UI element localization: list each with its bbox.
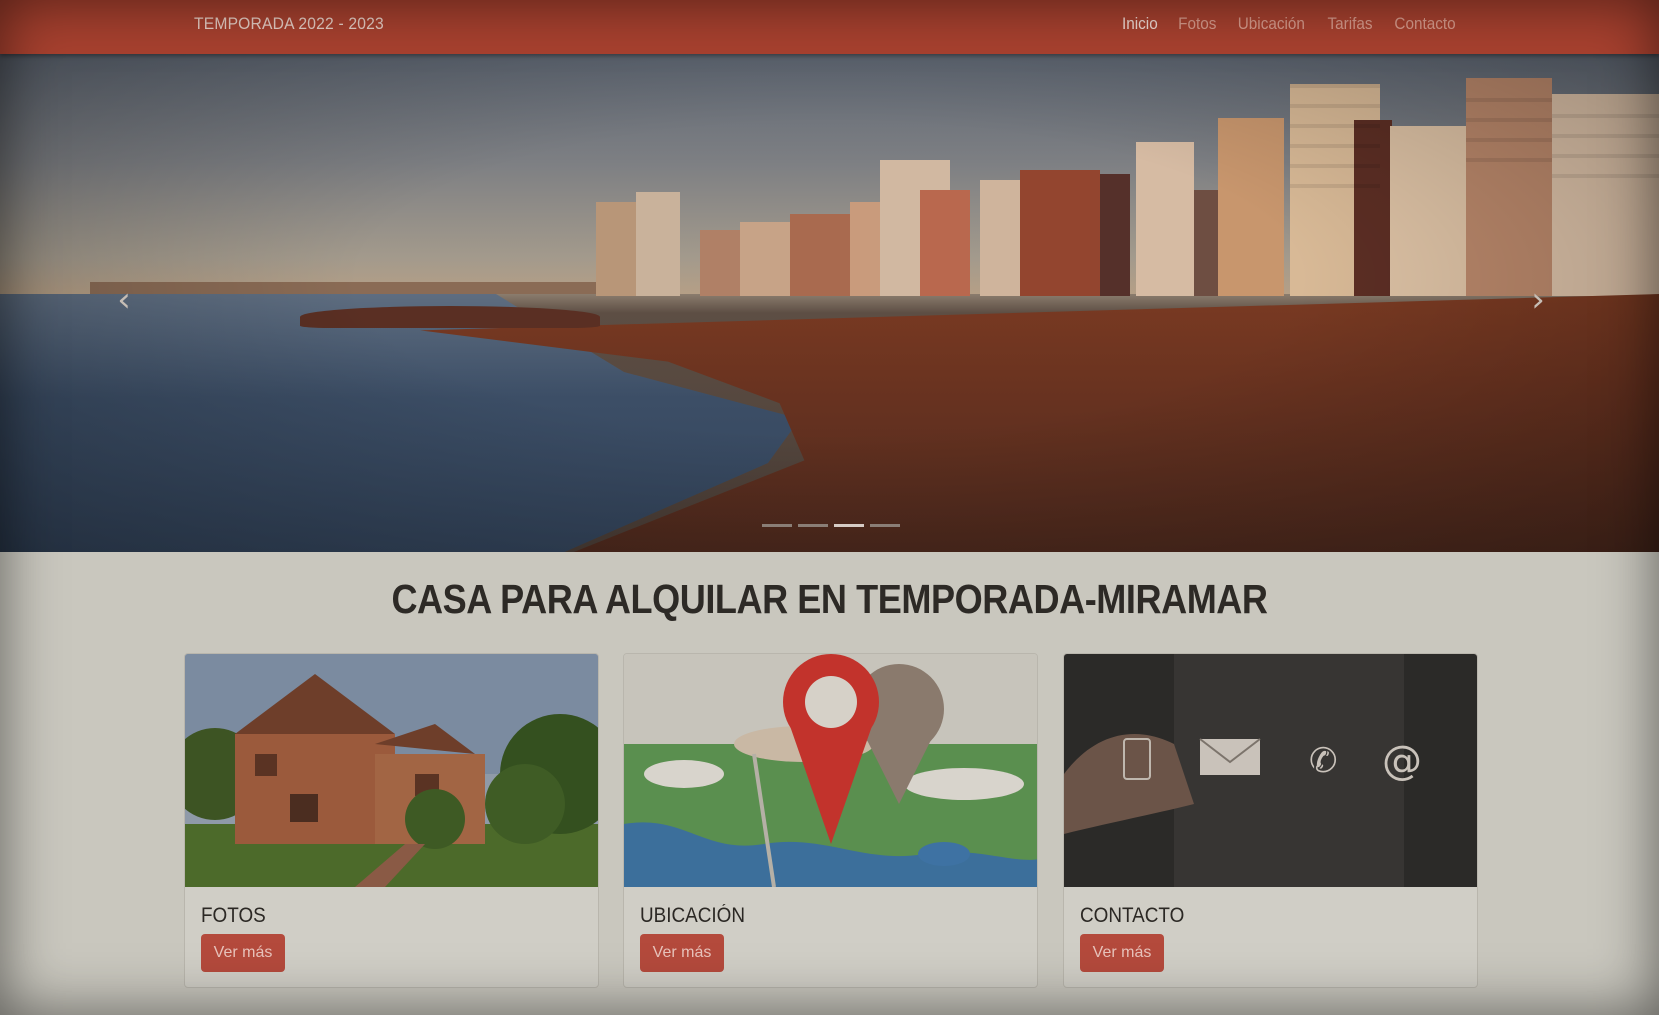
carousel-indicator-3[interactable] [834,524,864,527]
ver-mas-fotos-button[interactable]: Ver más [201,934,285,972]
nav-link-ubicacion[interactable]: Ubicación [1238,14,1305,34]
contact-icons-image: ✆ @ [1064,654,1477,887]
svg-text:✆: ✆ [1309,741,1338,781]
carousel-indicator-2[interactable] [798,524,828,527]
nav-link-fotos[interactable]: Fotos [1178,14,1216,34]
chevron-left-icon: ‹ [117,280,131,320]
ver-mas-ubicacion-button[interactable]: Ver más [640,934,724,972]
brand-title[interactable]: TEMPORADA 2022 - 2023 [194,14,384,34]
card-fotos: FOTOS Ver más [184,653,599,988]
carousel-prev-button[interactable]: ‹ [104,280,144,340]
carousel-indicator-4[interactable] [870,524,900,527]
card-ubicacion: UBICACIÓN Ver más [623,653,1038,988]
chevron-right-icon: › [1531,280,1545,320]
card-title-contacto: CONTACTO [1080,904,1185,927]
carousel-vignette [0,54,1659,552]
card-title-fotos: FOTOS [201,904,266,927]
page-title: CASA PARA ALQUILAR EN TEMPORADA-MIRAMAR [391,576,1268,622]
card-title-ubicacion: UBICACIÓN [640,904,746,927]
nav-link-inicio[interactable]: Inicio [1122,14,1158,34]
ver-mas-contacto-button[interactable]: Ver más [1080,934,1164,972]
carousel-indicator-1[interactable] [762,524,792,527]
nav-menu: Inicio Fotos Ubicación Tarifas Contacto [1120,14,1459,34]
carousel-indicators [762,524,900,527]
card-contacto: ✆ @ CONTACTO Ver más [1063,653,1478,988]
nav-link-contacto[interactable]: Contacto [1394,14,1455,34]
nav-link-tarifas[interactable]: Tarifas [1327,14,1372,34]
svg-text:@: @ [1382,738,1422,784]
hero-carousel: ‹ › [0,54,1659,552]
carousel-next-button[interactable]: › [1518,280,1558,340]
map-pin-image [624,654,1037,887]
top-navbar: TEMPORADA 2022 - 2023 Inicio Fotos Ubica… [0,0,1659,54]
house-photo [185,654,598,887]
